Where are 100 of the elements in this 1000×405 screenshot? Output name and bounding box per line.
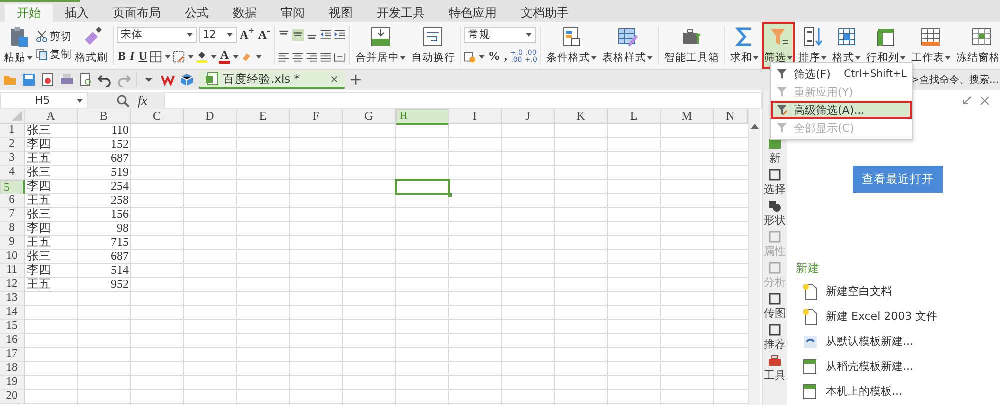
save-icon[interactable] <box>22 73 36 87</box>
cut-button[interactable]: 剪切 <box>36 30 72 44</box>
column-header[interactable]: J <box>502 109 555 124</box>
menu-tab[interactable]: 页面布局 <box>101 4 173 22</box>
cube-icon[interactable] <box>180 73 194 87</box>
menu-item[interactable]: 高级筛选(A)... <box>771 101 912 119</box>
column-header[interactable]: A <box>25 109 78 124</box>
printer-icon[interactable] <box>60 73 74 87</box>
number-format-field[interactable]: 常规 <box>464 26 536 42</box>
close-icon[interactable] <box>330 74 339 84</box>
plus-icon[interactable] <box>350 74 362 86</box>
column-header[interactable]: N <box>714 109 748 124</box>
font-color-button[interactable]: A <box>219 49 230 64</box>
ribbon-button[interactable]: 求和 <box>728 22 762 69</box>
column-header[interactable]: F <box>290 109 343 124</box>
column-header[interactable]: M <box>661 109 714 124</box>
menu-tab[interactable]: 公式 <box>173 4 221 22</box>
text-align-icon[interactable] <box>306 50 318 62</box>
column-header[interactable]: B <box>78 109 131 124</box>
row-header[interactable]: 3 <box>0 152 25 166</box>
menu-tab[interactable]: 数据 <box>221 4 269 22</box>
column-header[interactable]: G <box>343 109 396 124</box>
wrap-text-button[interactable]: 自动换行 <box>409 22 458 69</box>
percent-button[interactable]: % <box>487 49 502 64</box>
row-header[interactable]: 11 <box>0 264 25 278</box>
caret-icon[interactable] <box>188 54 194 58</box>
vertical-scrollbar[interactable] <box>748 109 760 405</box>
menu-tab[interactable]: 文档助手 <box>509 4 581 22</box>
text-align-icon[interactable] <box>278 50 290 62</box>
font-style-button[interactable]: U <box>138 49 148 64</box>
caret-icon[interactable] <box>233 54 240 58</box>
new-file-item[interactable]: 新建空白文档 <box>796 282 892 301</box>
cell-style-icon[interactable] <box>173 50 186 62</box>
vertical-align-icon[interactable] <box>292 28 304 40</box>
side-tab[interactable]: 选择 <box>764 169 786 196</box>
row-header[interactable]: 6 <box>0 194 25 208</box>
currency-icon[interactable] <box>464 50 476 62</box>
distribute-icon[interactable] <box>334 50 346 62</box>
format-painter-button[interactable]: 格式刷 <box>73 22 110 69</box>
row-header[interactable]: 13 <box>0 292 25 306</box>
function-label[interactable]: fx <box>138 92 148 108</box>
column-header[interactable]: E <box>237 109 290 124</box>
side-tab[interactable]: 形状 <box>764 200 786 227</box>
row-header[interactable]: 12 <box>0 278 25 292</box>
caret-icon[interactable] <box>211 54 218 58</box>
new-file-item[interactable]: 本机上的模板... <box>796 382 902 401</box>
menu-tab[interactable]: 开始 <box>5 4 53 22</box>
side-tab[interactable]: 新 <box>768 138 782 165</box>
logo-icon[interactable] <box>161 73 175 87</box>
ribbon-button[interactable]: 冻结窗格 <box>954 22 1000 69</box>
name-box[interactable]: H5 <box>0 92 88 109</box>
undo-icon[interactable] <box>98 73 112 87</box>
row-header[interactable]: 4 <box>0 166 25 180</box>
column-header[interactable]: K <box>555 109 608 124</box>
shrink-font-button[interactable]: A$^{-}$ <box>257 26 272 43</box>
menu-tab[interactable]: 审阅 <box>269 4 317 22</box>
ribbon-button[interactable]: 条件格式 <box>544 22 600 69</box>
new-file-item[interactable]: 从稻壳模板新建... <box>796 357 914 376</box>
menu-tab[interactable]: 视图 <box>317 4 365 22</box>
close-icon[interactable] <box>980 96 990 106</box>
paste-button[interactable]: 粘贴 <box>2 22 35 69</box>
row-header[interactable]: 15 <box>0 320 25 334</box>
ribbon-button[interactable]: 表格样式 <box>600 22 656 69</box>
side-tab[interactable]: 工具 <box>764 355 786 382</box>
row-header[interactable]: 14 <box>0 306 25 320</box>
side-tab[interactable]: 传图 <box>764 293 786 320</box>
row-header[interactable]: 10 <box>0 250 25 264</box>
text-align-icon[interactable] <box>292 50 304 62</box>
borders-icon[interactable] <box>150 50 162 62</box>
selected-cell[interactable] <box>395 179 450 195</box>
column-header[interactable]: D <box>184 109 237 124</box>
row-header[interactable]: 16 <box>0 334 25 348</box>
font-style-button[interactable]: I <box>129 49 136 64</box>
formula-input-field[interactable] <box>164 92 762 109</box>
row-header[interactable]: 17 <box>0 348 25 362</box>
column-header[interactable]: L <box>608 109 661 124</box>
caret-icon[interactable] <box>479 54 486 58</box>
document-tab[interactable]: 百度经验.xls * <box>199 71 345 89</box>
zoom-icon[interactable] <box>116 94 130 108</box>
recent-files-button[interactable]: 查看最近打开 <box>853 166 943 193</box>
caret-icon[interactable] <box>256 54 262 58</box>
grow-font-button[interactable]: A$^{+}$ <box>239 26 256 43</box>
new-file-item[interactable]: 新建 Excel 2003 文件 <box>796 307 938 326</box>
copy-button[interactable]: 复制 <box>36 48 72 62</box>
pdf-icon[interactable] <box>41 73 55 87</box>
print-preview-icon[interactable] <box>79 73 93 87</box>
column-header[interactable]: C <box>131 109 184 124</box>
font-size-field[interactable]: 12 <box>199 26 237 42</box>
menu-tab[interactable]: 插入 <box>53 4 101 22</box>
font-style-button[interactable]: B <box>117 49 128 64</box>
merge-center-button[interactable]: 合并居中 <box>353 22 408 69</box>
row-header[interactable]: 7 <box>0 208 25 222</box>
row-header[interactable]: 18 <box>0 362 25 376</box>
ribbon-button[interactable]: 工作表 <box>909 22 954 69</box>
font-name-field[interactable]: 宋体 <box>117 26 197 42</box>
fill-bucket-icon[interactable] <box>196 50 208 62</box>
ribbon-button[interactable]: 智能工具箱 <box>662 22 722 69</box>
row-header[interactable]: 2 <box>0 138 25 152</box>
text-align-icon[interactable] <box>320 50 332 62</box>
row-header[interactable]: 20 <box>0 390 25 404</box>
